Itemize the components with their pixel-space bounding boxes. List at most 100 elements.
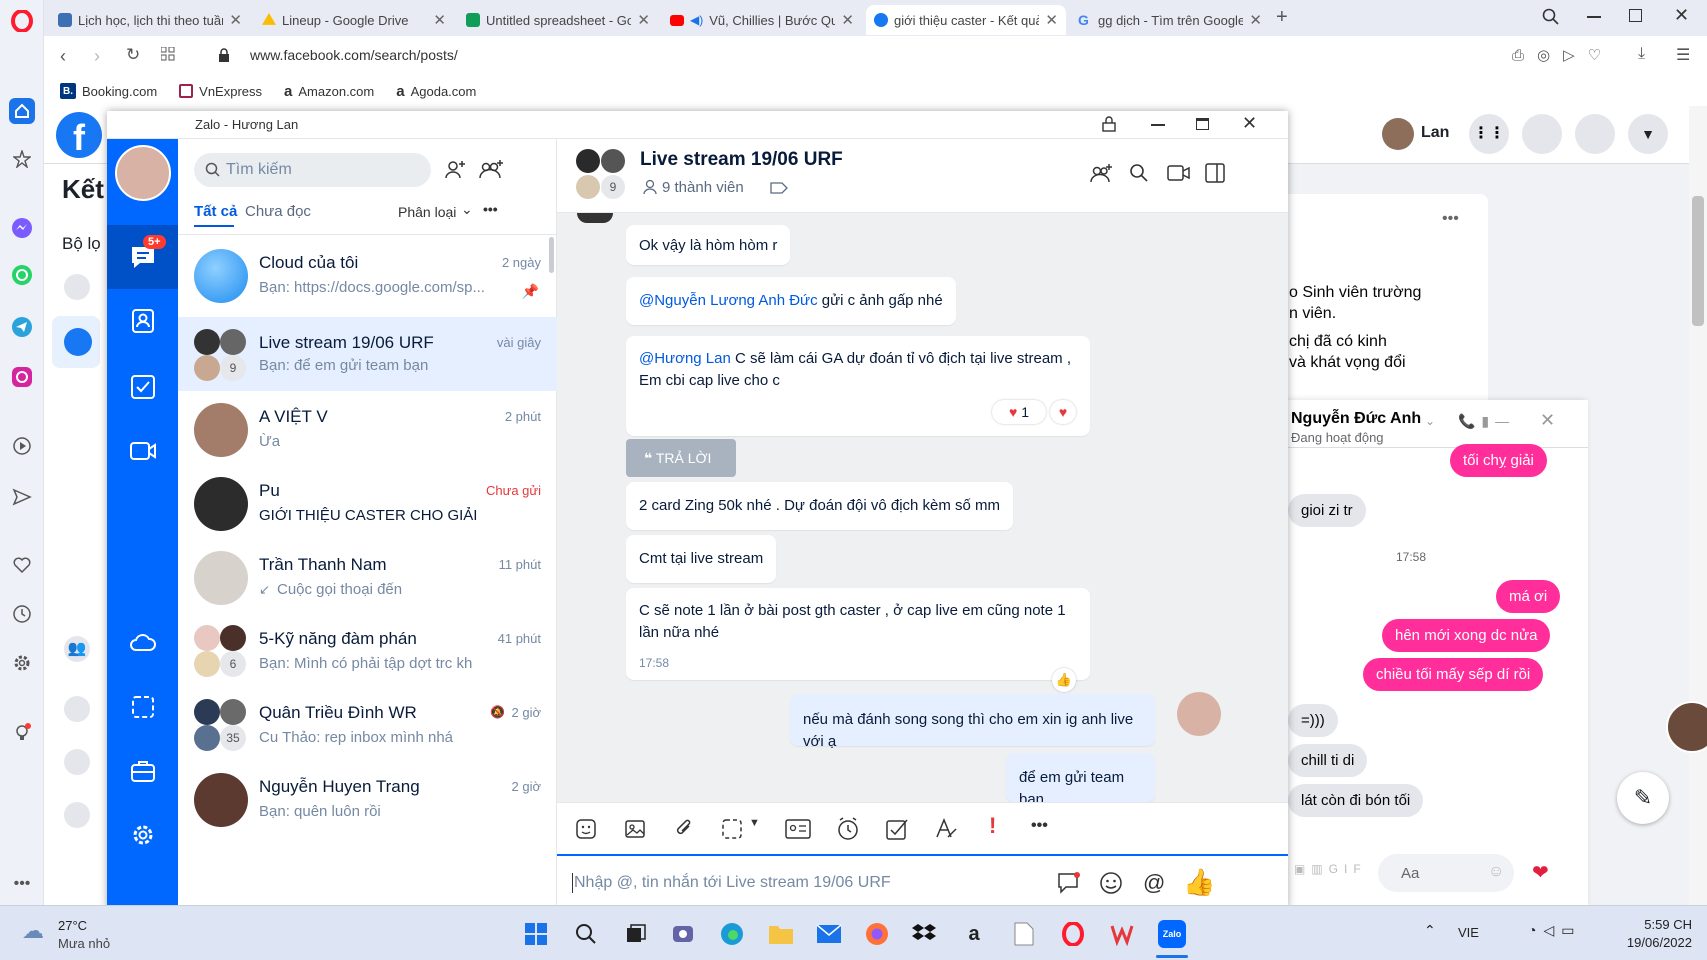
mention[interactable]: @Hương Lan (639, 350, 731, 367)
player-icon[interactable] (9, 433, 35, 459)
sticker-icon[interactable] (575, 818, 597, 840)
like-icon[interactable]: 👍 (1052, 668, 1076, 692)
heart-icon[interactable] (9, 552, 35, 578)
fb-user-name[interactable]: Lan (1421, 124, 1449, 142)
video-call-icon[interactable] (1167, 165, 1191, 181)
member-count-label[interactable]: 9 thành viên (662, 179, 744, 196)
chevron-down-icon[interactable]: ⌄ (1425, 414, 1435, 428)
bookmark-vnexpress[interactable]: VnExpress (179, 84, 262, 99)
conversation-item[interactable]: Nguyễn Huyen Trang Bạn: quên luôn rồi 2 … (178, 761, 557, 841)
forward-icon[interactable]: › (94, 46, 100, 67)
restore-icon[interactable] (1629, 9, 1642, 22)
filter-all-tab[interactable]: Tất cả (194, 203, 237, 220)
amazon-icon[interactable]: a (960, 920, 988, 948)
conversation-item[interactable]: 35 Quân Triều Đình WR Cu Thảo: rep inbox… (178, 687, 557, 767)
heart-icon[interactable]: ❤ (1532, 860, 1549, 885)
close-window-icon[interactable]: ✕ (1674, 5, 1689, 26)
tab-schedule[interactable]: Lịch học, lịch thi theo tuần ✕ (50, 5, 250, 35)
reload-icon[interactable]: ↻ (126, 45, 140, 65)
chat-title[interactable]: Live stream 19/06 URF (640, 149, 843, 171)
grid-icon[interactable] (161, 47, 175, 61)
post-more-icon[interactable]: ••• (1442, 210, 1459, 228)
clock-time[interactable]: 5:59 CH (1620, 917, 1692, 932)
search-icon[interactable] (1129, 163, 1149, 183)
opera-icon[interactable] (1059, 920, 1087, 948)
chevron-down-icon[interactable]: ⌄ (461, 201, 473, 218)
chat-head-avatar[interactable] (1666, 701, 1707, 753)
call-icons[interactable]: 📞▮— (1458, 413, 1515, 430)
url-field[interactable]: www.facebook.com/search/posts/ (250, 47, 458, 63)
message-bubble[interactable]: C sẽ note 1 lần ở bài post gth caster , … (626, 588, 1090, 692)
close-icon[interactable]: ✕ (1249, 11, 1262, 29)
minimize-icon[interactable] (1151, 124, 1165, 126)
zalo-icon[interactable]: Zalo (1158, 920, 1186, 948)
tab-google[interactable]: G gg dịch - Tìm trên Google ✕ (1070, 5, 1270, 35)
settings-tab[interactable] (107, 803, 178, 867)
todo-tab[interactable] (107, 355, 178, 419)
attachment-icon[interactable] (674, 818, 694, 840)
scrollbar-thumb[interactable] (549, 237, 554, 273)
avatar[interactable] (1382, 118, 1414, 150)
messenger-button[interactable] (1522, 114, 1562, 154)
back-icon[interactable]: ‹ (60, 46, 66, 67)
menu-icon[interactable]: ☰ (1676, 45, 1690, 65)
urgent-icon[interactable]: ! (989, 813, 996, 839)
start-button[interactable] (522, 920, 550, 948)
minimize-icon[interactable] (1587, 16, 1601, 18)
language-indicator[interactable]: VIE (1458, 925, 1479, 940)
opera-logo-icon[interactable] (9, 8, 35, 34)
messenger-icon[interactable] (9, 215, 35, 241)
history-icon[interactable] (9, 601, 35, 627)
close-icon[interactable]: ✕ (1045, 11, 1058, 29)
facebook-logo-icon[interactable]: f (56, 112, 102, 158)
menu-grid-icon[interactable]: ⋮⋮ (1469, 114, 1509, 154)
screenshot-tab[interactable] (107, 675, 178, 739)
message-bubble[interactable]: Cmt tại live stream (626, 535, 777, 583)
pin-icon[interactable]: 📌 (522, 283, 539, 300)
conversation-item[interactable]: 9 Live stream 19/06 URF Bạn: để em gửi t… (178, 317, 557, 391)
more-icon[interactable]: ••• (1031, 817, 1048, 835)
file-explorer-icon[interactable] (767, 920, 795, 948)
avatar[interactable] (115, 145, 171, 201)
conversation-item[interactable]: Cloud của tôi Bạn: https://docs.google.c… (178, 237, 557, 317)
sidebar-toggle-icon[interactable] (1205, 163, 1225, 183)
teams-icon[interactable] (669, 920, 697, 948)
send-icon[interactable] (9, 484, 35, 510)
video-call-tab[interactable] (107, 419, 178, 483)
conversation-item[interactable]: Trần Thanh Nam ↙ Cuộc gọi thoại đến 11 p… (178, 539, 557, 619)
speaker-icon[interactable]: ◀) (690, 13, 703, 27)
message-bubble[interactable]: @Hương Lan C sẽ làm cái GA dự đoán tỉ vô… (626, 336, 1090, 436)
quick-message-icon[interactable] (1057, 872, 1081, 894)
firefox-icon[interactable] (863, 920, 891, 948)
toolbox-tab[interactable] (107, 739, 178, 803)
notifications-button[interactable] (1575, 114, 1615, 154)
weather-icon[interactable]: ☁ (22, 918, 44, 944)
marketplace-icon[interactable] (64, 802, 90, 828)
tab-drive[interactable]: Lineup - Google Drive ✕ (254, 5, 454, 35)
lightbulb-icon[interactable] (9, 720, 35, 746)
whatsapp-icon[interactable] (9, 262, 35, 288)
people-icon[interactable]: 👥 (64, 636, 90, 662)
new-tab-button[interactable]: + (1276, 6, 1288, 29)
home-icon[interactable] (9, 98, 35, 124)
messenger-contact-name[interactable]: Nguyễn Đức Anh (1291, 410, 1421, 428)
telegram-icon[interactable] (9, 314, 35, 340)
emoji-icon[interactable] (1099, 871, 1123, 895)
more-icon[interactable]: ••• (483, 201, 498, 217)
message-bubble[interactable]: Ok vậy là hòm hòm r (626, 225, 791, 265)
close-icon[interactable]: ✕ (1540, 410, 1555, 431)
search-icon[interactable] (1542, 8, 1560, 26)
system-tray-icons[interactable]: ◔◁▭ (1528, 922, 1581, 939)
conversation-item[interactable]: Pu GIỚI THIỆU CASTER CHO GIẢI Chưa gửi (178, 465, 557, 545)
weather-temp[interactable]: 27°C (58, 918, 87, 933)
photos-icon[interactable] (64, 696, 90, 722)
reply-button[interactable]: ❝ TRẢ LỜI (626, 439, 736, 477)
close-icon[interactable]: ✕ (229, 11, 242, 29)
tab-facebook[interactable]: giới thiệu caster - Kết quả t ✕ (866, 5, 1066, 35)
react-heart-button[interactable]: ♥ (1050, 400, 1076, 424)
edge-icon[interactable] (718, 920, 746, 948)
close-icon[interactable]: ✕ (433, 11, 446, 29)
tag-icon[interactable] (770, 182, 788, 194)
clock-date[interactable]: 19/06/2022 (1612, 935, 1692, 950)
messages-tab[interactable]: 5+ (107, 225, 178, 289)
